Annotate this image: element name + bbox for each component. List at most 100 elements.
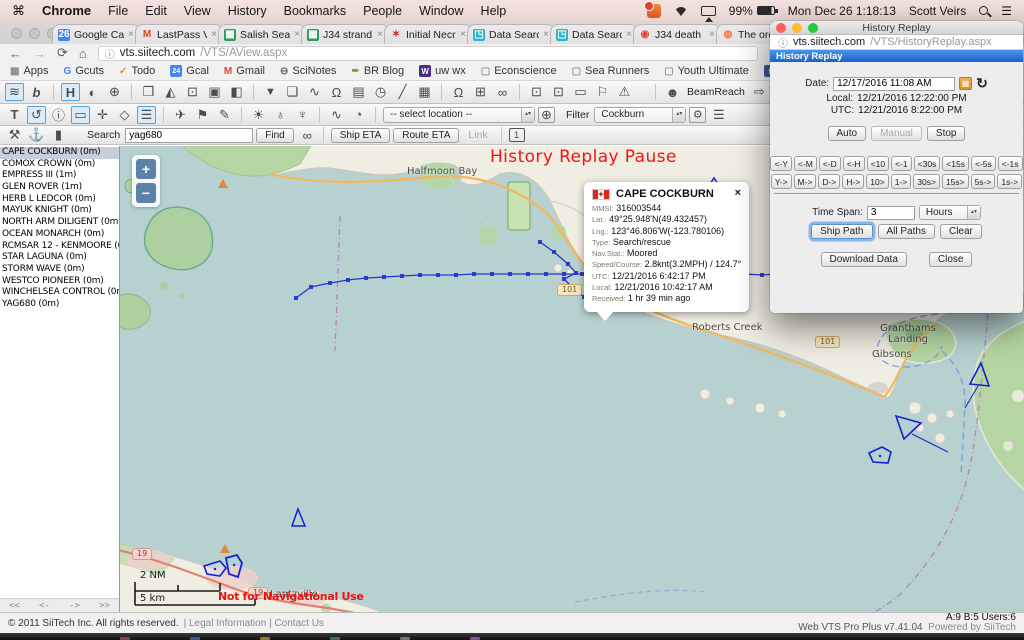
popup-close-icon[interactable]: × — [735, 187, 741, 199]
step-fwd-hour-button[interactable]: H-> — [842, 174, 864, 189]
tab-close-icon[interactable]: × — [377, 29, 383, 40]
menu-file[interactable]: File — [108, 4, 128, 18]
pager-next[interactable]: -> — [69, 601, 80, 611]
refresh-icon[interactable]: ↻ — [976, 75, 988, 92]
vessel-row[interactable]: YAG680 (0m) — [0, 299, 119, 311]
seamark-icon[interactable]: ♆ — [293, 106, 312, 124]
camera-icon[interactable]: ⊡ — [527, 83, 546, 101]
step-back-day-button[interactable]: <-D — [819, 156, 841, 171]
reload-button[interactable]: ⟳ — [57, 45, 68, 61]
ship-eta-button[interactable]: Ship ETA — [331, 128, 391, 143]
vessel-row[interactable]: STAR LAGUNA (0m) — [0, 252, 119, 264]
beacon-icon[interactable]: ☀ — [249, 106, 268, 124]
map-pages-icon[interactable]: ❒ — [139, 83, 158, 101]
zoom-window-icon[interactable]: ⊡ — [183, 83, 202, 101]
location-select[interactable]: -- select location --▴▾ — [383, 107, 535, 123]
tab-initial-necr[interactable]: ✶Initial Necr× — [384, 24, 472, 44]
tab-j34-death[interactable]: ◉J34 death× — [633, 24, 721, 44]
battery-indicator[interactable]: 99% — [729, 4, 775, 18]
vessel-row[interactable]: EMPRESS III (1m) — [0, 170, 119, 182]
vessel-row[interactable]: COMOX CROWN (0m) — [0, 159, 119, 171]
close-window-button[interactable] — [11, 28, 22, 39]
vessel-row-selected[interactable]: CAPE COCKBURN (0m) — [0, 147, 119, 159]
bell-icon[interactable]: Ω — [327, 83, 346, 101]
warning-icon[interactable]: ⚠ — [615, 83, 634, 101]
menu-people[interactable]: People — [363, 4, 402, 18]
step-fwd-month-button[interactable]: M-> — [794, 174, 817, 189]
step-back-month-button[interactable]: <-M — [794, 156, 817, 171]
bookmark-gcuts[interactable]: GGcuts — [64, 65, 105, 77]
filter-settings-icon[interactable]: ⚙ — [689, 107, 706, 123]
zoom-previous-icon[interactable]: ◭ — [161, 83, 180, 101]
step-fwd-1s-button[interactable]: 1s-> — [997, 174, 1022, 189]
zoom-window-button[interactable] — [808, 23, 818, 33]
app-notification-icon[interactable] — [647, 4, 661, 18]
clear-button[interactable]: Clear — [940, 224, 982, 239]
replay-titlebar[interactable]: History Replay — [770, 21, 1023, 35]
tracks-icon[interactable]: ∿ — [305, 83, 324, 101]
minimize-window-button[interactable] — [792, 23, 802, 33]
filter-list-icon[interactable]: ☰ — [709, 106, 728, 124]
step-back-year-button[interactable]: <-Y — [770, 156, 791, 171]
ship-icon[interactable]: ⚓ — [27, 126, 46, 144]
calendar-picker-icon[interactable]: ▦ — [959, 77, 972, 90]
pager-first[interactable]: << — [9, 601, 20, 611]
tab-j34-strand[interactable]: ▦J34 strand× — [301, 24, 389, 44]
step-back-hour-button[interactable]: <-H — [843, 156, 865, 171]
step-back-5s-button[interactable]: <-5s — [971, 156, 996, 171]
site-info-icon[interactable]: ⓘ — [105, 46, 115, 61]
step-back-30s-button[interactable]: <30s — [914, 156, 941, 171]
replay-address-bar[interactable]: ⓘ vts.siitech.com /VTS/HistoryReplay.asp… — [770, 35, 1023, 50]
bookmark-todo[interactable]: ✓Todo — [119, 65, 155, 77]
all-paths-button[interactable]: All Paths — [878, 224, 935, 239]
tab-google-calendar[interactable]: 26Google Ca× — [52, 24, 140, 44]
site-info-icon[interactable]: ⓘ — [778, 35, 788, 50]
close-button[interactable]: Close — [929, 252, 973, 267]
zoom-out-button[interactable]: − — [136, 183, 156, 203]
pencil-icon[interactable]: ✎ — [215, 106, 234, 124]
find-button[interactable]: Find — [256, 128, 293, 143]
menu-history[interactable]: History — [228, 4, 267, 18]
menubar-user[interactable]: Scott Veirs — [909, 4, 966, 18]
tab-close-icon[interactable]: × — [128, 29, 134, 40]
vessel-row[interactable]: STORM WAVE (0m) — [0, 264, 119, 276]
step-back-10-button[interactable]: <10 — [867, 156, 889, 171]
vessel-row[interactable]: WINCHELSEA CONTROL (0m) — [0, 287, 119, 299]
menu-window[interactable]: Window — [419, 4, 463, 18]
vessel-row[interactable]: NORTH ARM DILIGENT (0m) — [0, 217, 119, 229]
menu-bookmarks[interactable]: Bookmarks — [284, 4, 347, 18]
bookmark-scinotes[interactable]: ⊖SciNotes — [280, 65, 336, 77]
vessel-row[interactable]: HERB L LEDCOR (0m) — [0, 194, 119, 206]
measure-icon[interactable]: ╱ — [393, 83, 412, 101]
vessel-row[interactable]: WESTCO PIONEER (0m) — [0, 276, 119, 288]
bookmark-gmail[interactable]: MGmail — [224, 65, 265, 77]
pager-last[interactable]: >> — [99, 601, 110, 611]
notification-center-icon[interactable]: ☰ — [1001, 4, 1012, 18]
filter-funnel-icon[interactable]: ▼ — [261, 83, 280, 101]
step-fwd-1-button[interactable]: 1-> — [891, 174, 912, 189]
flagpole-icon[interactable]: ⚑ — [193, 106, 212, 124]
tab-salish-sea[interactable]: ▦Salish Sea× — [218, 24, 306, 44]
zoom-in-button[interactable]: + — [136, 159, 156, 179]
buoy-icon[interactable]: ♁ — [271, 106, 290, 124]
stop-button[interactable]: Stop — [927, 126, 966, 141]
menu-edit[interactable]: Edit — [145, 4, 167, 18]
zoom-full-icon[interactable]: ▣ — [205, 83, 224, 101]
bookmark-youth-ultimate[interactable]: ▢Youth Ultimate — [664, 65, 749, 77]
voyage-loop-icon[interactable]: ∞ — [493, 83, 512, 101]
step-fwd-5s-button[interactable]: 5s-> — [971, 174, 996, 189]
vessel-row[interactable]: OCEAN MONARCH (0m) — [0, 229, 119, 241]
bookmark-sea-runners[interactable]: ▢Sea Runners — [572, 65, 650, 77]
camera-icon[interactable]: ⊡ — [549, 83, 568, 101]
vessel-row[interactable]: GLEN ROVER (1m) — [0, 182, 119, 194]
address-bar[interactable]: ⓘ vts.siitech.com /VTS/AView.aspx — [98, 46, 758, 61]
menu-chrome[interactable]: Chrome — [42, 3, 91, 18]
spotlight-search-icon[interactable] — [979, 6, 988, 15]
route-eta-button[interactable]: Route ETA — [393, 128, 459, 143]
legal-information-link[interactable]: Legal Information — [189, 618, 266, 629]
filter-select[interactable]: Cockburn▴▾ — [594, 107, 686, 123]
list-icon[interactable]: ☰ — [137, 106, 156, 124]
step-back-1-button[interactable]: <-1 — [891, 156, 912, 171]
globe-grid-icon[interactable]: ⊕ — [105, 83, 124, 101]
apple-menu-icon[interactable]: ⌘ — [12, 3, 25, 19]
